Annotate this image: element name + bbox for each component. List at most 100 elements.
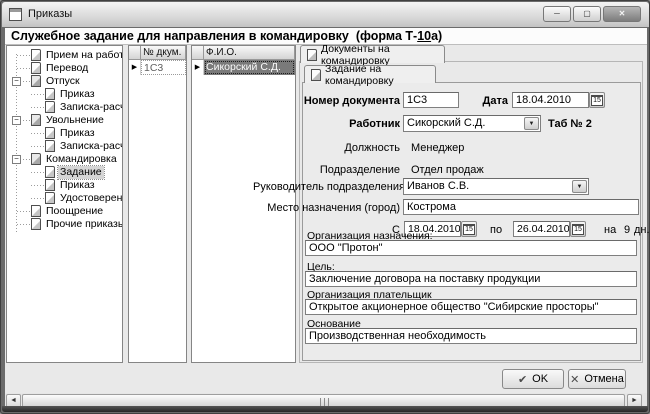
tree-item[interactable]: Прием на работу	[7, 49, 122, 62]
document-icon	[45, 179, 55, 191]
heading-text: Служебное задание для направления в кома…	[11, 29, 417, 43]
window-bottom-border	[2, 406, 648, 412]
title-bar: Приказы ─ ▢ ✕	[2, 2, 649, 27]
tree-branch-line	[17, 224, 30, 225]
document-icon	[45, 192, 55, 204]
document-icon	[31, 114, 41, 126]
fio-column-header[interactable]: Ф.И.О.	[204, 46, 295, 60]
tree-item[interactable]: Перевод	[7, 62, 122, 75]
document-icon	[31, 49, 41, 61]
maximize-button[interactable]: ▢	[573, 6, 601, 22]
tree-item[interactable]: Приказ	[7, 88, 122, 101]
tree-item-label: Прием на работу	[44, 49, 123, 62]
tree-expander-icon[interactable]: −	[12, 116, 21, 125]
document-icon	[45, 127, 55, 139]
doc-number-cell[interactable]: 1С3	[141, 60, 186, 75]
doc-number-input[interactable]: 1С3	[403, 92, 459, 108]
tree-item-label: Приказ	[58, 88, 97, 101]
document-icon	[31, 75, 41, 87]
tree-item[interactable]: Записка-расчет	[7, 101, 122, 114]
period-to-input[interactable]: 26.04.2010	[513, 221, 570, 237]
tree-branch-line	[17, 211, 30, 212]
tree-expander-icon[interactable]: −	[12, 77, 21, 86]
tree-item[interactable]: Приказ	[7, 179, 122, 192]
document-icon	[45, 88, 55, 100]
position-value: Менеджер	[411, 142, 464, 154]
tree-item-label: Командировка	[44, 153, 119, 166]
dropdown-arrow-icon[interactable]: ▼	[524, 117, 539, 130]
orders-tree: Прием на работуПеревод−ОтпускПриказЗапис…	[6, 45, 123, 363]
tree-expander-icon[interactable]: −	[12, 155, 21, 164]
window-title: Приказы	[28, 8, 72, 20]
cancel-button[interactable]: ✕ Отмена	[568, 369, 626, 389]
tree-branch-line	[17, 68, 30, 69]
worker-combobox[interactable]: Сикорский С.Д. ▼	[403, 115, 541, 132]
head-label: Руководитель подразделения	[253, 181, 400, 193]
tree-branch-line	[17, 55, 30, 56]
basis-input[interactable]: Производственная необходимость	[305, 328, 637, 344]
document-icon	[45, 101, 55, 113]
department-label: Подразделение	[301, 164, 400, 176]
date-input[interactable]: 18.04.2010	[512, 92, 589, 108]
tree-item[interactable]: Задание	[7, 166, 122, 179]
tree-item-label: Приказ	[58, 127, 97, 140]
tab-documents[interactable]: Документы на командировку	[300, 45, 445, 63]
worker-label: Работник	[321, 118, 400, 130]
tree-item[interactable]: Прочие приказы	[7, 218, 122, 231]
tree-item[interactable]: Приказ	[7, 127, 122, 140]
tree-branch-line	[31, 172, 44, 173]
duration-label: на	[604, 224, 616, 236]
tree-item-label: Приказ	[58, 179, 97, 192]
ok-button-label: OK	[532, 373, 548, 385]
calendar-icon: 15	[591, 95, 603, 106]
tree-item[interactable]: Поощрение	[7, 205, 122, 218]
cancel-button-label: Отмена	[584, 373, 623, 385]
city-input[interactable]: Кострома	[403, 199, 639, 215]
window: Приказы ─ ▢ ✕ Служебное задание для напр…	[0, 0, 650, 414]
scrollbar-grip-icon	[320, 398, 329, 406]
heading-underlined: 10	[417, 29, 431, 43]
tab-task-label: Задание на командировку	[325, 63, 429, 87]
person-row[interactable]: ▶ Сикорский С.Д.	[192, 60, 295, 75]
tree-item-label: Задание	[58, 166, 104, 179]
tree-item[interactable]: Удостоверение	[7, 192, 122, 205]
dropdown-arrow-icon[interactable]: ▼	[572, 180, 587, 193]
ok-button[interactable]: ✔ OK	[502, 369, 564, 389]
head-combobox[interactable]: Иванов С.В. ▼	[403, 178, 589, 195]
tree-branch-line	[31, 146, 44, 147]
document-icon	[311, 69, 321, 81]
x-icon: ✕	[570, 373, 579, 386]
person-name-cell[interactable]: Сикорский С.Д.	[204, 60, 295, 75]
goal-input[interactable]: Заключение договора на поставку продукци…	[305, 271, 637, 287]
head-value: Иванов С.В.	[407, 180, 469, 192]
period-from-calendar-button[interactable]: 15	[461, 221, 477, 237]
tree-branch-line	[31, 198, 44, 199]
tree-item[interactable]: − Увольнение	[7, 114, 122, 127]
row-marker-icon: ▶	[192, 60, 204, 75]
duration-value: 9	[624, 224, 630, 236]
doc-number-row[interactable]: ▶ 1С3	[129, 60, 186, 75]
marker-column-header[interactable]	[192, 46, 204, 60]
tab-number-text: Таб № 2	[548, 118, 592, 130]
period-to-calendar-button[interactable]: 15	[570, 221, 586, 237]
doc-number-column-header[interactable]: № дкум.	[141, 46, 186, 60]
tree-item[interactable]: Записка-расчет	[7, 140, 122, 153]
tree-item-label: Прочие приказы	[44, 218, 123, 231]
tree-item-label: Поощрение	[44, 205, 105, 218]
tree-item[interactable]: − Отпуск	[7, 75, 122, 88]
tree-item-label: Увольнение	[44, 114, 106, 127]
marker-column-header[interactable]	[129, 46, 141, 60]
calendar-icon: 15	[572, 224, 584, 235]
org-payer-input[interactable]: Открытое акционерное общество "Сибирские…	[305, 299, 637, 315]
date-calendar-button[interactable]: 15	[589, 92, 605, 108]
tree-item-label: Записка-расчет	[58, 101, 123, 114]
tab-task[interactable]: Задание на командировку	[304, 65, 436, 83]
tree-item-label: Отпуск	[44, 75, 82, 88]
tree-item[interactable]: − Командировка	[7, 153, 122, 166]
close-button[interactable]: ✕	[603, 6, 641, 22]
duration-unit: дн.	[634, 224, 650, 236]
minimize-button[interactable]: ─	[543, 6, 571, 22]
department-value: Отдел продаж	[411, 164, 484, 176]
period-to-label: по	[490, 224, 502, 236]
org-destination-input[interactable]: ООО "Протон"	[305, 240, 637, 256]
